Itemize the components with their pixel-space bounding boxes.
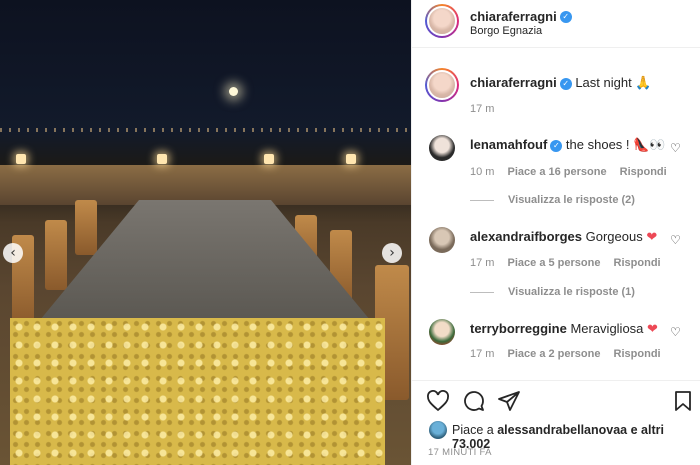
commenter-avatar[interactable] <box>429 227 455 253</box>
liker-avatar[interactable] <box>429 421 447 439</box>
comment-username[interactable]: terryborreggine <box>470 321 567 336</box>
post-header: chiaraferragni ✓ Borgo Egnazia <box>412 0 700 48</box>
comment-text: Gorgeous <box>585 229 643 244</box>
chevron-right-icon[interactable]: › <box>382 243 402 263</box>
paper-plane-icon[interactable] <box>497 390 521 412</box>
post-photo[interactable]: ‹ › <box>0 0 411 465</box>
comment-time[interactable]: 17 m <box>470 257 494 269</box>
lantern <box>157 154 167 164</box>
comment-text: Meravigliosa <box>570 321 644 336</box>
lantern <box>346 154 356 164</box>
caption: chiaraferragni ✓ Last night 🙏 <box>470 75 652 91</box>
post-timestamp[interactable]: 17 MINUTI FA <box>428 447 492 458</box>
chair <box>45 220 67 290</box>
terrace-wall <box>0 165 411 205</box>
comment-text: the shoes ! <box>565 137 630 152</box>
horizon-lights <box>0 128 411 132</box>
comment-icon[interactable] <box>462 390 486 412</box>
chevron-left-icon[interactable]: ‹ <box>3 243 23 263</box>
commenter-avatar[interactable] <box>429 135 455 161</box>
comment-time[interactable]: 17 m <box>470 348 494 360</box>
action-bar: Piace a alessandrabellanovaa e altri 73.… <box>412 380 700 465</box>
commenter-avatar[interactable] <box>429 319 455 345</box>
praying-hands-emoji: 🙏 <box>635 75 652 90</box>
lace-tablecloth <box>10 318 385 465</box>
reply-button[interactable]: Rispondi <box>614 257 661 269</box>
comment-username[interactable]: lenamahfouf <box>470 137 547 152</box>
heart-icon[interactable]: ♡ <box>670 234 682 246</box>
caption-text: Last night <box>575 75 632 90</box>
liker-username[interactable]: alessandrabellanovaa <box>497 423 627 437</box>
comment-meta: 17 m Piace a 2 persone Rispondi <box>470 348 661 360</box>
caption-avatar[interactable] <box>425 68 459 102</box>
comment-meta: 10 m Piace a 16 persone Rispondi <box>470 166 667 178</box>
moon <box>229 87 238 96</box>
comment-username[interactable]: alexandraifborges <box>470 229 582 244</box>
comment: alexandraifborges Gorgeous ❤ <box>470 229 657 245</box>
comment-likes[interactable]: Piace a 2 persone <box>508 348 601 360</box>
view-replies[interactable]: Visualizza le risposte (2) <box>470 194 635 206</box>
view-replies[interactable]: Visualizza le risposte (1) <box>470 286 635 298</box>
lantern <box>264 154 274 164</box>
author-username[interactable]: chiaraferragni <box>470 9 557 24</box>
caption-time[interactable]: 17 m <box>470 103 494 115</box>
reply-button[interactable]: Rispondi <box>614 348 661 360</box>
comment-likes[interactable]: Piace a 16 persone <box>508 166 607 178</box>
post-panel: chiaraferragni ✓ Borgo Egnazia chiaraferr… <box>411 0 700 465</box>
heart-icon[interactable]: ♡ <box>670 142 682 154</box>
bookmark-icon[interactable] <box>673 390 693 412</box>
heart-icon[interactable] <box>426 390 450 412</box>
caption-username[interactable]: chiaraferragni <box>470 75 557 90</box>
comment-emoji: 👠👀 <box>633 137 666 152</box>
heart-icon[interactable]: ♡ <box>670 326 682 338</box>
view-replies-label[interactable]: Visualizza le risposte (1) <box>508 286 635 298</box>
reply-button[interactable]: Rispondi <box>620 166 667 178</box>
verified-badge-icon: ✓ <box>550 139 563 152</box>
author-avatar[interactable] <box>425 4 459 38</box>
heart-emoji: ❤ <box>647 322 658 337</box>
comment-meta: 17 m Piace a 5 persone Rispondi <box>470 257 661 269</box>
comment: terryborreggine Meravigliosa ❤ <box>470 321 658 337</box>
verified-badge-icon: ✓ <box>559 10 572 23</box>
verified-badge-icon: ✓ <box>559 77 572 90</box>
chair <box>75 200 97 255</box>
comment-likes[interactable]: Piace a 5 persone <box>508 257 601 269</box>
likes-prefix: Piace a <box>452 423 494 437</box>
comment-time[interactable]: 10 m <box>470 166 494 178</box>
comment: lenamahfouf ✓ the shoes ! 👠👀 <box>470 137 666 153</box>
heart-emoji: ❤ <box>646 230 658 245</box>
view-replies-label[interactable]: Visualizza le risposte (2) <box>508 194 635 206</box>
lantern <box>16 154 26 164</box>
post-location[interactable]: Borgo Egnazia <box>470 25 542 37</box>
